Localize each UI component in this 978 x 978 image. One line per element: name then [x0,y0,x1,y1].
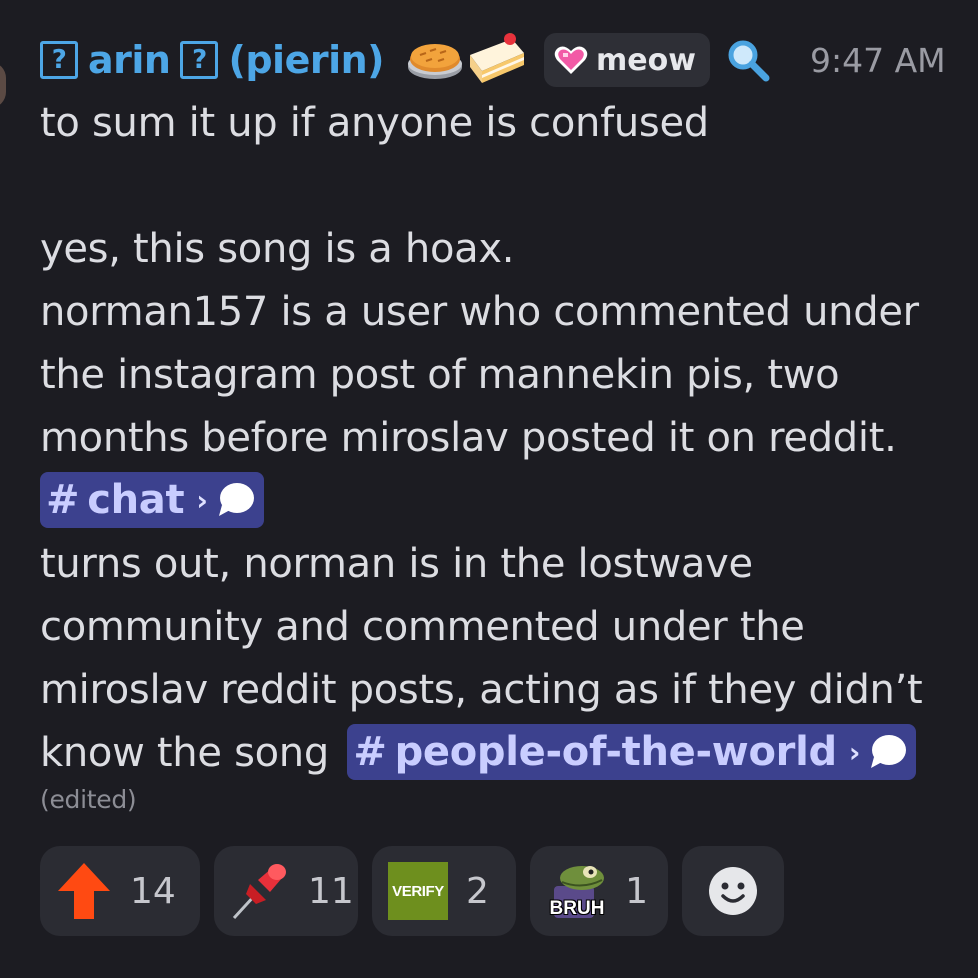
reactions-bar: 14 11 VERIFY 2 BRUH 1 [40,846,784,936]
message-line: the instagram post of mannekin pis, two [40,352,840,398]
reaction-bruh[interactable]: BRUH 1 [530,846,668,936]
reaction-count: 2 [466,870,489,912]
reaction-count: 1 [625,870,648,912]
author-nickname[interactable]: (pierin) [228,38,384,82]
reaction-count: 14 [130,870,176,912]
channel-mention-chat[interactable]: # chat › [40,472,264,528]
magnifying-glass-icon [726,38,770,82]
thread-bubble-icon [868,733,908,771]
message-line-text: know the song [40,730,329,776]
channel-hash-icon: # [46,476,80,523]
message-timestamp[interactable]: 9:47 AM [810,41,946,80]
message-line: community and commented under the [40,604,805,650]
thread-bubble-icon [216,481,256,519]
reaction-pushpin[interactable]: 11 [214,846,358,936]
message-line: yes, this song is a hoax. [40,226,515,272]
channel-mention-label: people-of-the-world [394,728,838,775]
message-line: miroslav reddit posts, acting as if they… [40,667,923,713]
message-line: months before miroslav posted it on redd… [40,415,897,461]
message-content: to sum it up if anyone is confused yes, … [40,92,960,815]
add-reaction-button[interactable] [682,846,784,936]
message-header: ? arin ? (pierin) meow 9:47 AM [40,28,946,92]
bruh-emoji-text: BRUH [549,898,605,919]
message-line: turns out, norman is in the lostwave [40,541,753,587]
edited-label: (edited) [40,785,137,814]
avatar[interactable] [0,62,6,108]
author-display-name[interactable]: arin [88,38,171,82]
cake-slice-icon [466,33,528,87]
unknown-glyph-badge-left: ? [40,41,78,79]
server-tag-label: meow [596,42,696,78]
bruh-frog-icon: BRUH [546,860,607,922]
message-line: know the song # people-of-the-world › [40,722,960,785]
channel-hash-icon: # [353,728,387,775]
pixel-heart-icon [554,45,588,75]
verify-emoji-text: VERIFY [388,862,448,920]
channel-mention-people-of-the-world[interactable]: # people-of-the-world › [347,724,917,780]
channel-mention-label: chat [87,476,185,523]
smiley-icon [708,866,758,916]
pushpin-icon [230,860,290,922]
author-name[interactable]: ? arin ? (pierin) [40,38,394,82]
reaction-verify[interactable]: VERIFY 2 [372,846,516,936]
chevron-right-icon: › [848,735,861,769]
message-line: to sum it up if anyone is confused [40,100,709,146]
message-line: norman157 is a user who commented under [40,289,919,335]
message-line: # chat › [40,470,960,533]
chevron-right-icon: › [196,483,208,517]
red-up-arrow-icon [56,861,112,921]
unknown-glyph-badge-right: ? [180,41,219,79]
reaction-count: 11 [308,870,354,912]
server-tag[interactable]: meow [544,33,710,87]
verify-icon: VERIFY [388,862,448,920]
pie-icon [406,37,464,83]
reaction-up-arrow[interactable]: 14 [40,846,200,936]
